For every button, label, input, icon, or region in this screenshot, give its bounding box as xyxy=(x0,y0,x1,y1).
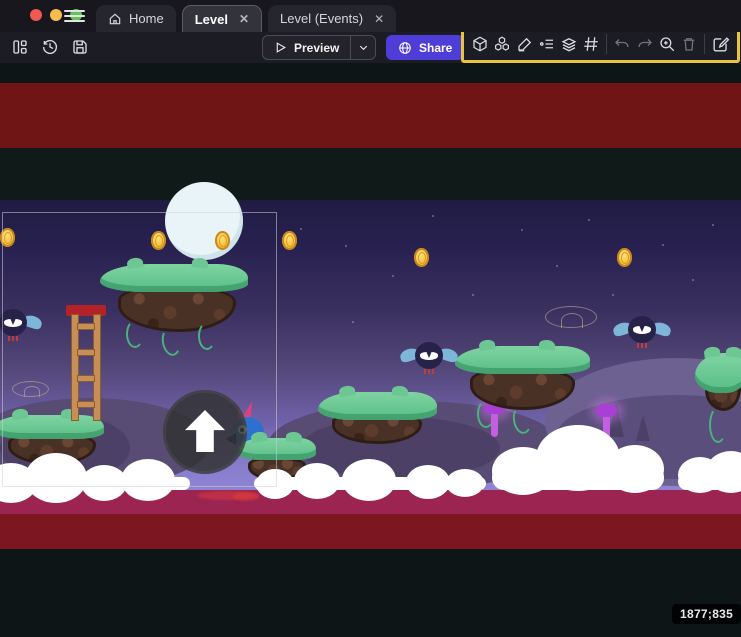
flying-enemy[interactable] xyxy=(400,340,458,378)
tab-level[interactable]: Level ✕ xyxy=(182,5,262,32)
tab-label: Home xyxy=(129,11,164,26)
tab-label: Level xyxy=(195,12,228,27)
grass-platform[interactable] xyxy=(455,342,590,430)
objects-panel-icon[interactable] xyxy=(471,34,489,54)
delete-icon[interactable] xyxy=(680,34,698,54)
app-window: Home Level ✕ Level (Events) ✕ xyxy=(0,0,741,637)
instances-list-icon[interactable] xyxy=(538,34,556,54)
coin-object[interactable] xyxy=(617,248,632,267)
selection-rectangle xyxy=(2,212,277,487)
preview-button[interactable]: Preview xyxy=(263,36,350,59)
undo-icon[interactable] xyxy=(613,34,631,54)
history-icon[interactable] xyxy=(40,37,60,57)
close-window-button[interactable] xyxy=(30,9,42,21)
globe-icon xyxy=(398,41,412,55)
star xyxy=(300,228,302,230)
star xyxy=(712,224,714,226)
play-icon xyxy=(274,41,287,54)
star xyxy=(521,229,523,231)
share-button[interactable]: Share xyxy=(386,35,464,60)
coin-object[interactable] xyxy=(282,231,297,250)
project-manager-icon[interactable] xyxy=(10,37,30,57)
minimize-window-button[interactable] xyxy=(50,9,62,21)
cloud xyxy=(678,449,741,491)
lava-splash-decoration xyxy=(233,492,259,501)
star xyxy=(662,244,664,246)
scene-bottom-red-band[interactable] xyxy=(0,514,741,549)
star xyxy=(588,219,590,221)
edit-properties-icon[interactable] xyxy=(515,34,533,54)
star xyxy=(392,275,394,277)
preview-split-button[interactable]: Preview xyxy=(262,35,376,60)
title-bar: Home Level ✕ Level (Events) ✕ xyxy=(0,0,741,32)
scene-editor-canvas[interactable]: 1877;835 xyxy=(0,63,741,637)
zoom-in-icon[interactable] xyxy=(658,34,676,54)
close-tab-icon[interactable]: ✕ xyxy=(374,12,384,26)
edit-scene-events-icon[interactable] xyxy=(711,34,730,54)
toolbar-left-group xyxy=(10,37,90,57)
flying-enemy[interactable] xyxy=(613,314,671,352)
star xyxy=(352,321,354,323)
main-menu-icon[interactable] xyxy=(64,10,85,22)
coin-object[interactable] xyxy=(414,248,429,267)
grass-platform[interactable] xyxy=(318,388,437,450)
close-tab-icon[interactable]: ✕ xyxy=(239,12,249,26)
save-icon[interactable] xyxy=(70,37,90,57)
grid-icon[interactable] xyxy=(582,34,600,54)
star xyxy=(692,279,694,281)
preview-options-dropdown[interactable] xyxy=(351,36,375,59)
object-groups-icon[interactable] xyxy=(493,34,511,54)
scene-top-red-band[interactable] xyxy=(0,83,741,148)
preview-label: Preview xyxy=(294,41,339,55)
tab-label: Level (Events) xyxy=(280,11,363,26)
tab-home[interactable]: Home xyxy=(96,5,176,32)
outline-placeholder-object[interactable] xyxy=(545,306,597,328)
chevron-down-icon xyxy=(358,42,369,53)
star xyxy=(556,265,558,267)
cloud xyxy=(492,425,664,491)
grass-platform[interactable] xyxy=(695,349,741,449)
cloud xyxy=(250,459,490,491)
tab-bar: Home Level ✕ Level (Events) ✕ xyxy=(96,5,396,32)
share-label: Share xyxy=(419,41,452,55)
toolbar: Preview Share xyxy=(0,32,741,63)
tab-level-events[interactable]: Level (Events) ✕ xyxy=(268,5,396,32)
star xyxy=(345,245,347,247)
star xyxy=(472,294,474,296)
layers-icon[interactable] xyxy=(560,34,578,54)
home-icon xyxy=(108,12,122,26)
cursor-coordinates-badge: 1877;835 xyxy=(672,604,741,624)
star xyxy=(432,215,434,217)
scene-dark-band xyxy=(0,148,741,200)
star xyxy=(612,294,614,296)
redo-icon[interactable] xyxy=(635,34,653,54)
